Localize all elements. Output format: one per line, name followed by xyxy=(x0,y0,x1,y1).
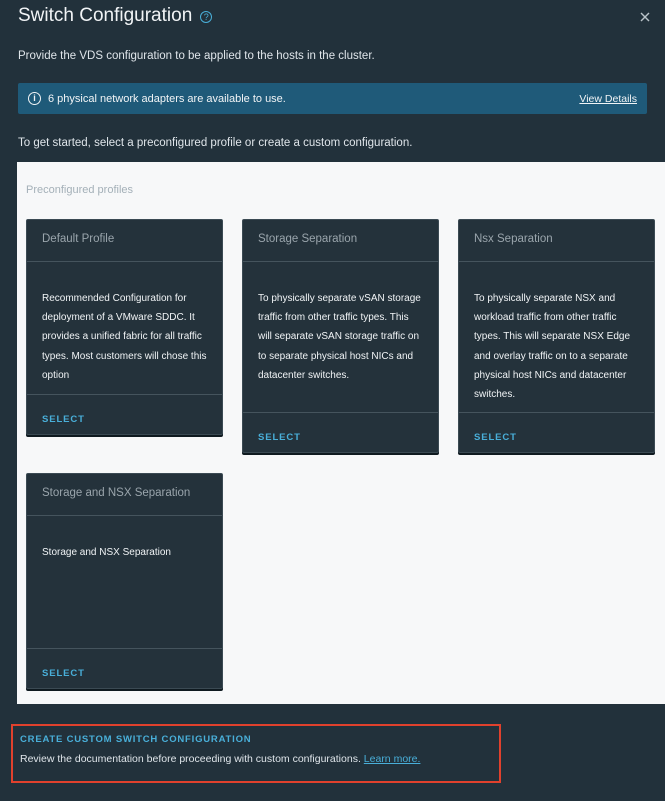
card-description: Recommended Configuration for deployment… xyxy=(42,293,207,381)
view-details-link[interactable]: View Details xyxy=(579,93,637,105)
profile-card-storage-and-nsx-separation: Storage and NSX Separation Storage and N… xyxy=(26,473,223,689)
custom-configuration-description: Review the documentation before proceedi… xyxy=(20,753,420,765)
dialog-title-text: Switch Configuration xyxy=(18,5,193,26)
dialog-subtitle: Provide the VDS configuration to be appl… xyxy=(18,50,375,62)
close-icon[interactable] xyxy=(637,9,653,25)
profile-card-default: Default Profile Recommended Configuratio… xyxy=(26,219,223,435)
card-title: Nsx Separation xyxy=(459,220,654,262)
card-footer: SELECT xyxy=(27,648,222,688)
select-storage-and-nsx-separation-button[interactable]: SELECT xyxy=(42,668,85,679)
profile-card-nsx-separation: Nsx Separation To physically separate NS… xyxy=(458,219,655,453)
create-custom-switch-configuration-link[interactable]: CREATE CUSTOM SWITCH CONFIGURATION xyxy=(20,734,251,745)
card-footer: SELECT xyxy=(459,412,654,452)
learn-more-link[interactable]: Learn more. xyxy=(364,753,421,765)
custom-description-text: Review the documentation before proceedi… xyxy=(20,753,361,765)
card-description: To physically separate vSAN storage traf… xyxy=(258,293,421,381)
card-description: To physically separate NSX and workload … xyxy=(474,293,631,401)
select-storage-separation-button[interactable]: SELECT xyxy=(258,432,301,443)
card-title: Storage Separation xyxy=(243,220,438,262)
info-circle-icon: i xyxy=(28,92,41,105)
select-nsx-separation-button[interactable]: SELECT xyxy=(474,432,517,443)
help-icon[interactable]: ? xyxy=(200,11,213,23)
card-description: Storage and NSX Separation xyxy=(42,547,171,558)
card-footer: SELECT xyxy=(243,412,438,452)
intro-text: To get started, select a preconfigured p… xyxy=(18,137,413,149)
profile-card-storage-separation: Storage Separation To physically separat… xyxy=(242,219,439,453)
card-title: Default Profile xyxy=(27,220,222,262)
custom-configuration-section: CREATE CUSTOM SWITCH CONFIGURATION Revie… xyxy=(11,724,501,783)
card-title: Storage and NSX Separation xyxy=(27,474,222,516)
profiles-section-label: Preconfigured profiles xyxy=(26,184,134,196)
card-footer: SELECT xyxy=(27,394,222,434)
alert-message: 6 physical network adapters are availabl… xyxy=(48,92,286,105)
profiles-panel: Preconfigured profiles Default Profile R… xyxy=(17,162,665,704)
select-default-profile-button[interactable]: SELECT xyxy=(42,414,85,425)
info-alert: i 6 physical network adapters are availa… xyxy=(18,83,647,114)
dialog-title: Switch Configuration ? xyxy=(18,5,213,27)
